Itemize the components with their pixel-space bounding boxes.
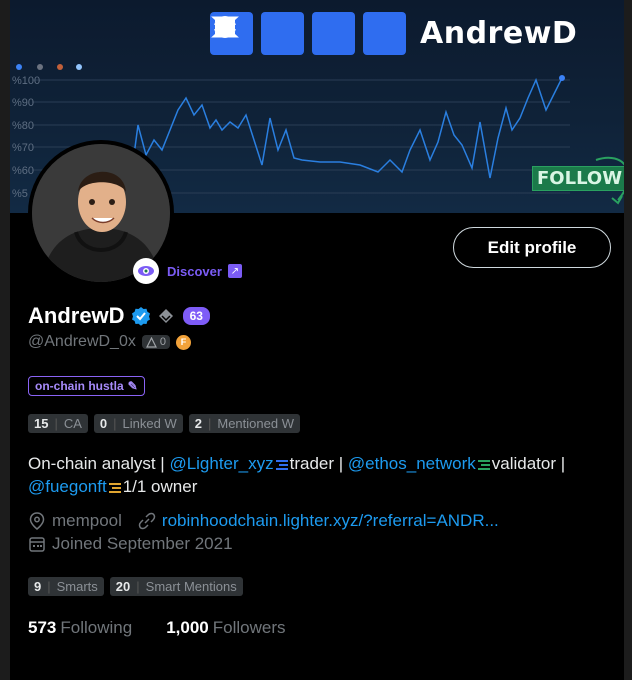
chart-line bbox=[129, 77, 563, 186]
discover-label: Discover bbox=[167, 263, 222, 279]
count-label: Mentioned W bbox=[217, 416, 294, 431]
link-icon bbox=[138, 512, 156, 530]
fuego-badge-icon: F bbox=[175, 334, 191, 350]
profile-tag[interactable]: on-chain hustla ✎ bbox=[28, 376, 145, 396]
count-label: CA bbox=[63, 416, 82, 431]
follow-arrow-head bbox=[611, 195, 623, 205]
handle: @AndrewD_0x bbox=[28, 333, 136, 350]
fuego-bars-icon bbox=[108, 482, 121, 493]
follow-stats: 573 Following 1,000 Followers bbox=[28, 618, 285, 638]
ethos-logo-icon bbox=[215, 12, 355, 55]
legend-dot bbox=[16, 64, 22, 70]
calendar-icon bbox=[29, 537, 45, 552]
pencil-icon[interactable]: ✎ bbox=[128, 379, 138, 393]
website-link[interactable]: robinhoodchain.lighter.xyz/?referral=AND… bbox=[162, 511, 499, 531]
count-chip-mentioned[interactable]: 2 | Mentioned W bbox=[188, 414, 300, 433]
diamond-icon bbox=[158, 309, 173, 323]
legend-dot bbox=[57, 64, 63, 70]
count-label: Smart Mentions bbox=[145, 579, 237, 594]
bio-text: validator | bbox=[491, 454, 566, 473]
lighter-bars-icon bbox=[275, 459, 288, 470]
location-pin-icon bbox=[29, 512, 45, 530]
ethos-bars-icon bbox=[477, 459, 490, 470]
count-chip-linked[interactable]: 0 | Linked W bbox=[93, 414, 183, 433]
smarts-chip[interactable]: 9 | Smarts bbox=[28, 577, 104, 596]
y-tick: %60 bbox=[12, 165, 34, 177]
name-row: AndrewD 63 bbox=[28, 303, 210, 329]
bio-link-fuego[interactable]: @fuegonft bbox=[28, 477, 107, 496]
count-label: Smarts bbox=[56, 579, 98, 594]
following-label: Following bbox=[60, 618, 133, 637]
edit-profile-button[interactable]: Edit profile bbox=[453, 227, 611, 268]
y-tick: %100 bbox=[12, 75, 40, 87]
followers-link[interactable]: 1,000 Followers bbox=[166, 618, 285, 638]
score-badge: 63 bbox=[182, 307, 210, 325]
count-label: Linked W bbox=[122, 416, 177, 431]
bio: On-chain analyst | @Lighter_xyz trader | … bbox=[28, 452, 608, 498]
triangle-icon bbox=[145, 336, 157, 348]
meta-row: mempool robinhoodchain.lighter.xyz/?refe… bbox=[28, 511, 499, 531]
bio-link-lighter[interactable]: @Lighter_xyz bbox=[169, 454, 273, 473]
y-tick: %70 bbox=[12, 142, 34, 154]
verified-badge-icon[interactable] bbox=[131, 306, 151, 326]
location-text: mempool bbox=[52, 511, 122, 530]
count-chip-ca[interactable]: 15 | CA bbox=[28, 414, 88, 433]
count-num: 2 bbox=[194, 416, 202, 431]
followers-label: Followers bbox=[212, 618, 286, 637]
display-name: AndrewD bbox=[28, 303, 125, 328]
handle-row: @AndrewD_0x 0 F bbox=[28, 333, 191, 351]
y-tick: %5 bbox=[12, 188, 28, 200]
handle-pill: 0 bbox=[141, 335, 170, 349]
bio-link-ethos[interactable]: @ethos_network bbox=[348, 454, 476, 473]
joined-row: Joined September 2021 bbox=[28, 534, 233, 554]
brand-logo-row: AndrewD bbox=[210, 12, 577, 55]
legend-dot bbox=[37, 64, 43, 70]
count-num: 15 bbox=[34, 416, 49, 431]
count-num: 9 bbox=[34, 579, 42, 594]
chart-endpoint bbox=[559, 75, 565, 81]
following-count: 573 bbox=[28, 618, 57, 637]
count-num: 0 bbox=[99, 416, 108, 431]
brand-name: AndrewD bbox=[420, 16, 578, 51]
smart-mentions-chip[interactable]: 20 | Smart Mentions bbox=[109, 577, 243, 596]
hourglass-logo-icon bbox=[211, 12, 406, 55]
counts-row: 15 | CA 0 | Linked W 2 | Mentioned W bbox=[28, 414, 300, 433]
follow-tag: FOLLOW bbox=[532, 166, 624, 191]
count-num: 20 bbox=[115, 579, 131, 594]
profile-tag-label: on-chain hustla bbox=[35, 379, 124, 393]
external-link-icon: ↗ bbox=[227, 264, 242, 278]
smart-row: 9 | Smarts 20 | Smart Mentions bbox=[28, 577, 243, 596]
joined-text: Joined September 2021 bbox=[52, 534, 233, 553]
legend-dot bbox=[76, 64, 82, 70]
y-tick: %80 bbox=[12, 120, 34, 132]
followers-count: 1,000 bbox=[166, 618, 209, 637]
following-link[interactable]: 573 Following bbox=[28, 618, 132, 638]
discover-link[interactable]: Discover ↗ bbox=[133, 258, 242, 284]
eye-icon bbox=[133, 258, 159, 284]
lighter-logo-icon bbox=[219, 12, 304, 55]
bio-text: 1/1 owner bbox=[122, 477, 198, 496]
bio-text: trader | bbox=[289, 454, 348, 473]
handle-pill-count: 0 bbox=[159, 336, 166, 348]
y-tick: %90 bbox=[12, 97, 34, 109]
bio-text: On-chain analyst | bbox=[28, 454, 170, 473]
